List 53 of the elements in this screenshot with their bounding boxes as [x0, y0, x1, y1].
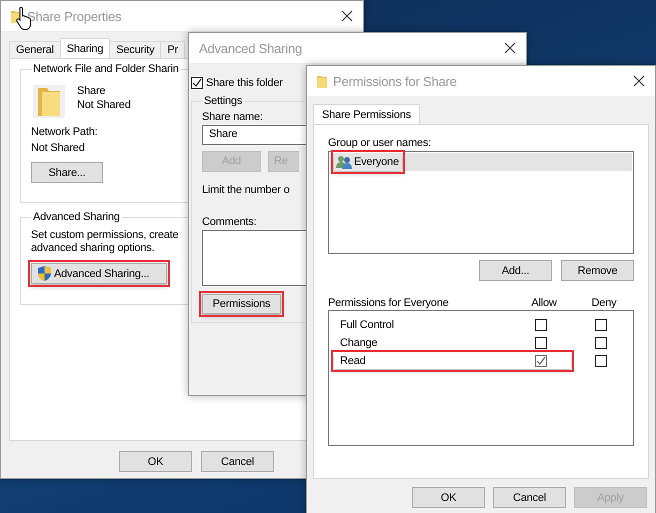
checkbox[interactable] [595, 355, 607, 367]
list-label: Group or user names: [328, 136, 432, 151]
checkbox[interactable] [535, 319, 547, 331]
tab[interactable]: General [9, 41, 61, 58]
advanced-sharing-button[interactable]: Advanced Sharing... [31, 263, 167, 284]
permissions-button[interactable]: Permissions [202, 294, 281, 314]
users-icon [336, 155, 352, 169]
permission-name: Full Control [340, 319, 395, 331]
tab[interactable]: Security [109, 41, 162, 58]
limit-label: Limit the number o [202, 182, 290, 198]
column-header: Deny [590, 296, 618, 310]
checkbox[interactable] [595, 337, 607, 349]
tab[interactable]: Pr [160, 41, 185, 58]
description-line: Set custom permissions, create [31, 229, 178, 242]
window-title: Share Properties [27, 8, 122, 24]
tab[interactable]: Sharing [60, 38, 110, 58]
permission-name: Change [340, 337, 378, 349]
user-name: Everyone [354, 156, 399, 168]
checkbox[interactable] [535, 355, 547, 367]
shield-icon [38, 266, 51, 281]
group-heading: Network File and Folder Sharin [32, 63, 180, 75]
checkbox[interactable] [191, 77, 203, 89]
share-button[interactable]: Share... [31, 162, 103, 183]
dialog-button[interactable]: OK [119, 451, 192, 472]
permission-name: Read [340, 355, 366, 367]
window-title: Advanced Sharing [199, 40, 304, 56]
share-status: Not Shared [77, 99, 131, 111]
checkbox-label: Share this folder [206, 77, 283, 89]
checkbox[interactable] [595, 319, 607, 331]
field-label: Share name: [202, 110, 263, 125]
network-path-label: Network Path: [31, 125, 98, 140]
list-item[interactable]: Everyone [330, 153, 632, 171]
close-icon[interactable] [341, 10, 353, 22]
window-title: Permissions for Share [333, 74, 458, 88]
description-line: advanced sharing options. [31, 242, 154, 255]
button[interactable]: Remove [561, 260, 634, 281]
folder-icon [317, 74, 327, 88]
close-icon[interactable] [504, 42, 516, 54]
network-path-value: Not Shared [31, 141, 85, 156]
column-header: Allow [530, 296, 558, 310]
tab[interactable]: Share Permissions [313, 104, 420, 124]
checkbox[interactable] [535, 337, 547, 349]
dialog-button[interactable]: OK [412, 487, 485, 508]
permissions-heading: Permissions for Everyone [328, 296, 450, 310]
dialog-button[interactable]: Cancel [493, 487, 566, 508]
share-name: Share [77, 85, 106, 97]
group-heading: Settings [203, 95, 244, 107]
button[interactable]: Add... [479, 260, 552, 281]
field-label: Comments: [202, 214, 256, 230]
folder-icon [33, 85, 65, 118]
close-icon[interactable] [633, 75, 645, 87]
dialog-button[interactable]: Cancel [201, 451, 274, 472]
group-heading: Advanced Sharing [32, 211, 121, 223]
